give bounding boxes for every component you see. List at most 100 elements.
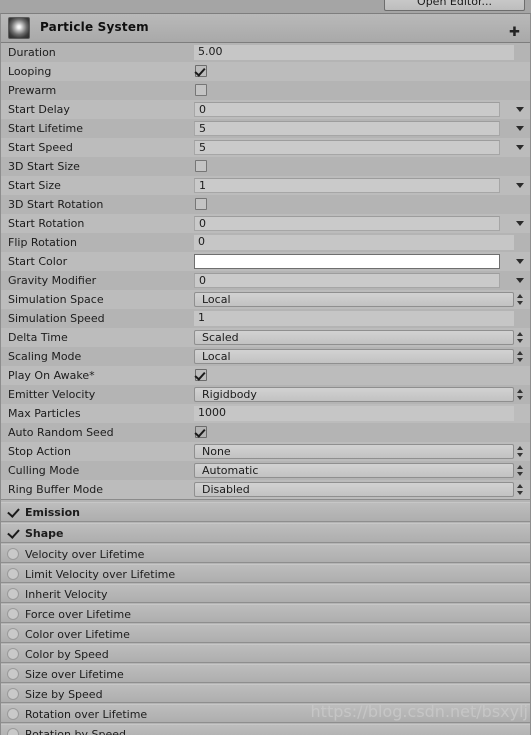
module-row[interactable]: Size over Lifetime <box>1 664 530 683</box>
text-field[interactable]: 0 <box>194 216 500 231</box>
property-label: Delta Time <box>8 331 68 344</box>
chevron-down-icon[interactable] <box>516 107 524 112</box>
property-label: Looping <box>8 65 52 78</box>
module-toggle[interactable] <box>7 527 19 539</box>
updown-arrow-icon[interactable] <box>516 483 525 496</box>
module-label: Size by Speed <box>25 688 103 701</box>
module-toggle[interactable] <box>7 648 19 660</box>
dropdown-field[interactable]: Rigidbody <box>194 387 514 402</box>
property-list: Duration 5.00 Looping Prewarm Start Delay 0 St… <box>1 43 530 499</box>
text-field[interactable]: 1 <box>194 311 514 326</box>
property-row: Start Rotation 0 <box>1 214 530 233</box>
dropdown-field[interactable]: Disabled <box>194 482 514 497</box>
property-label: Start Rotation <box>8 217 85 230</box>
text-field[interactable]: 0 <box>194 102 500 117</box>
module-row[interactable]: Color over Lifetime <box>1 624 530 643</box>
module-label: Rotation over Lifetime <box>25 708 148 721</box>
text-field[interactable]: 1 <box>194 178 500 193</box>
property-row: Auto Random Seed <box>1 423 530 442</box>
color-swatch[interactable] <box>194 254 500 269</box>
updown-arrow-icon[interactable] <box>516 293 525 306</box>
property-label: Start Lifetime <box>8 122 84 135</box>
chevron-down-icon[interactable] <box>516 259 524 264</box>
property-label: 3D Start Size <box>8 160 80 173</box>
module-row[interactable]: Emission <box>1 502 530 522</box>
module-toggle[interactable] <box>7 506 19 518</box>
module-list: Emission Shape Velocity over Lifetime Limit… <box>1 502 530 735</box>
chevron-down-icon[interactable] <box>516 183 524 188</box>
module-row[interactable]: Size by Speed <box>1 684 530 703</box>
dropdown-field[interactable]: Local <box>194 349 514 364</box>
checkbox[interactable] <box>195 65 207 77</box>
module-toggle[interactable] <box>7 568 19 580</box>
property-row: Stop Action None <box>1 442 530 461</box>
dropdown-field[interactable]: Scaled <box>194 330 514 345</box>
chevron-down-icon[interactable] <box>516 278 524 283</box>
property-label: Start Size <box>8 179 61 192</box>
toolbar-strip: Open Editor... <box>0 0 531 14</box>
updown-arrow-icon[interactable] <box>516 331 525 344</box>
module-label: Shape <box>25 527 64 540</box>
property-row: Duration 5.00 <box>1 43 530 62</box>
dropdown-field[interactable]: None <box>194 444 514 459</box>
text-field[interactable]: 5 <box>194 140 500 155</box>
module-row[interactable]: Rotation over Lifetime <box>1 704 530 723</box>
dropdown-field[interactable]: Local <box>194 292 514 307</box>
module-row[interactable]: Color by Speed <box>1 644 530 663</box>
text-field[interactable]: 0 <box>194 273 500 288</box>
checkbox[interactable] <box>195 84 207 96</box>
property-row: Emitter Velocity Rigidbody <box>1 385 530 404</box>
text-field[interactable]: 5.00 <box>194 45 514 60</box>
chevron-down-icon[interactable] <box>516 221 524 226</box>
property-row: Ring Buffer Mode Disabled <box>1 480 530 499</box>
plus-icon[interactable]: ✚ <box>509 26 520 39</box>
module-label: Color over Lifetime <box>25 628 130 641</box>
property-label: Culling Mode <box>8 464 80 477</box>
property-row: Scaling Mode Local <box>1 347 530 366</box>
module-label: Force over Lifetime <box>25 608 131 621</box>
property-label: Start Speed <box>8 141 73 154</box>
module-toggle[interactable] <box>7 548 19 560</box>
property-row: Start Delay 0 <box>1 100 530 119</box>
property-row: Prewarm <box>1 81 530 100</box>
chevron-down-icon[interactable] <box>516 145 524 150</box>
module-row[interactable]: Limit Velocity over Lifetime <box>1 564 530 583</box>
property-label: Scaling Mode <box>8 350 82 363</box>
open-editor-button[interactable]: Open Editor... <box>384 0 525 11</box>
module-toggle[interactable] <box>7 708 19 720</box>
checkbox[interactable] <box>195 426 207 438</box>
property-label: Emitter Velocity <box>8 388 96 401</box>
particle-system-inspector: Particle System ✚ Duration 5.00 Looping Pre… <box>0 13 531 735</box>
property-row: Simulation Space Local <box>1 290 530 309</box>
text-field[interactable]: 0 <box>194 235 514 250</box>
module-label: Rotation by Speed <box>25 728 126 735</box>
module-row[interactable]: Inherit Velocity <box>1 584 530 603</box>
updown-arrow-icon[interactable] <box>516 388 525 401</box>
property-label: Ring Buffer Mode <box>8 483 104 496</box>
module-toggle[interactable] <box>7 588 19 600</box>
updown-arrow-icon[interactable] <box>516 464 525 477</box>
module-row[interactable]: Velocity over Lifetime <box>1 544 530 563</box>
property-label: Gravity Modifier <box>8 274 97 287</box>
module-toggle[interactable] <box>7 608 19 620</box>
text-field[interactable]: 5 <box>194 121 500 136</box>
component-header[interactable]: Particle System ✚ <box>1 14 530 43</box>
updown-arrow-icon[interactable] <box>516 445 525 458</box>
module-row[interactable]: Shape <box>1 523 530 543</box>
checkbox[interactable] <box>195 160 207 172</box>
checkbox[interactable] <box>195 198 207 210</box>
text-field[interactable]: 1000 <box>194 406 514 421</box>
chevron-down-icon[interactable] <box>516 126 524 131</box>
module-toggle[interactable] <box>7 728 19 735</box>
dropdown-field[interactable]: Automatic <box>194 463 514 478</box>
module-toggle[interactable] <box>7 688 19 700</box>
module-row[interactable]: Rotation by Speed <box>1 724 530 735</box>
updown-arrow-icon[interactable] <box>516 350 525 363</box>
module-toggle[interactable] <box>7 668 19 680</box>
property-label: 3D Start Rotation <box>8 198 104 211</box>
property-row: Start Speed 5 <box>1 138 530 157</box>
module-row[interactable]: Force over Lifetime <box>1 604 530 623</box>
property-row: Culling Mode Automatic <box>1 461 530 480</box>
checkbox[interactable] <box>195 369 207 381</box>
module-toggle[interactable] <box>7 628 19 640</box>
